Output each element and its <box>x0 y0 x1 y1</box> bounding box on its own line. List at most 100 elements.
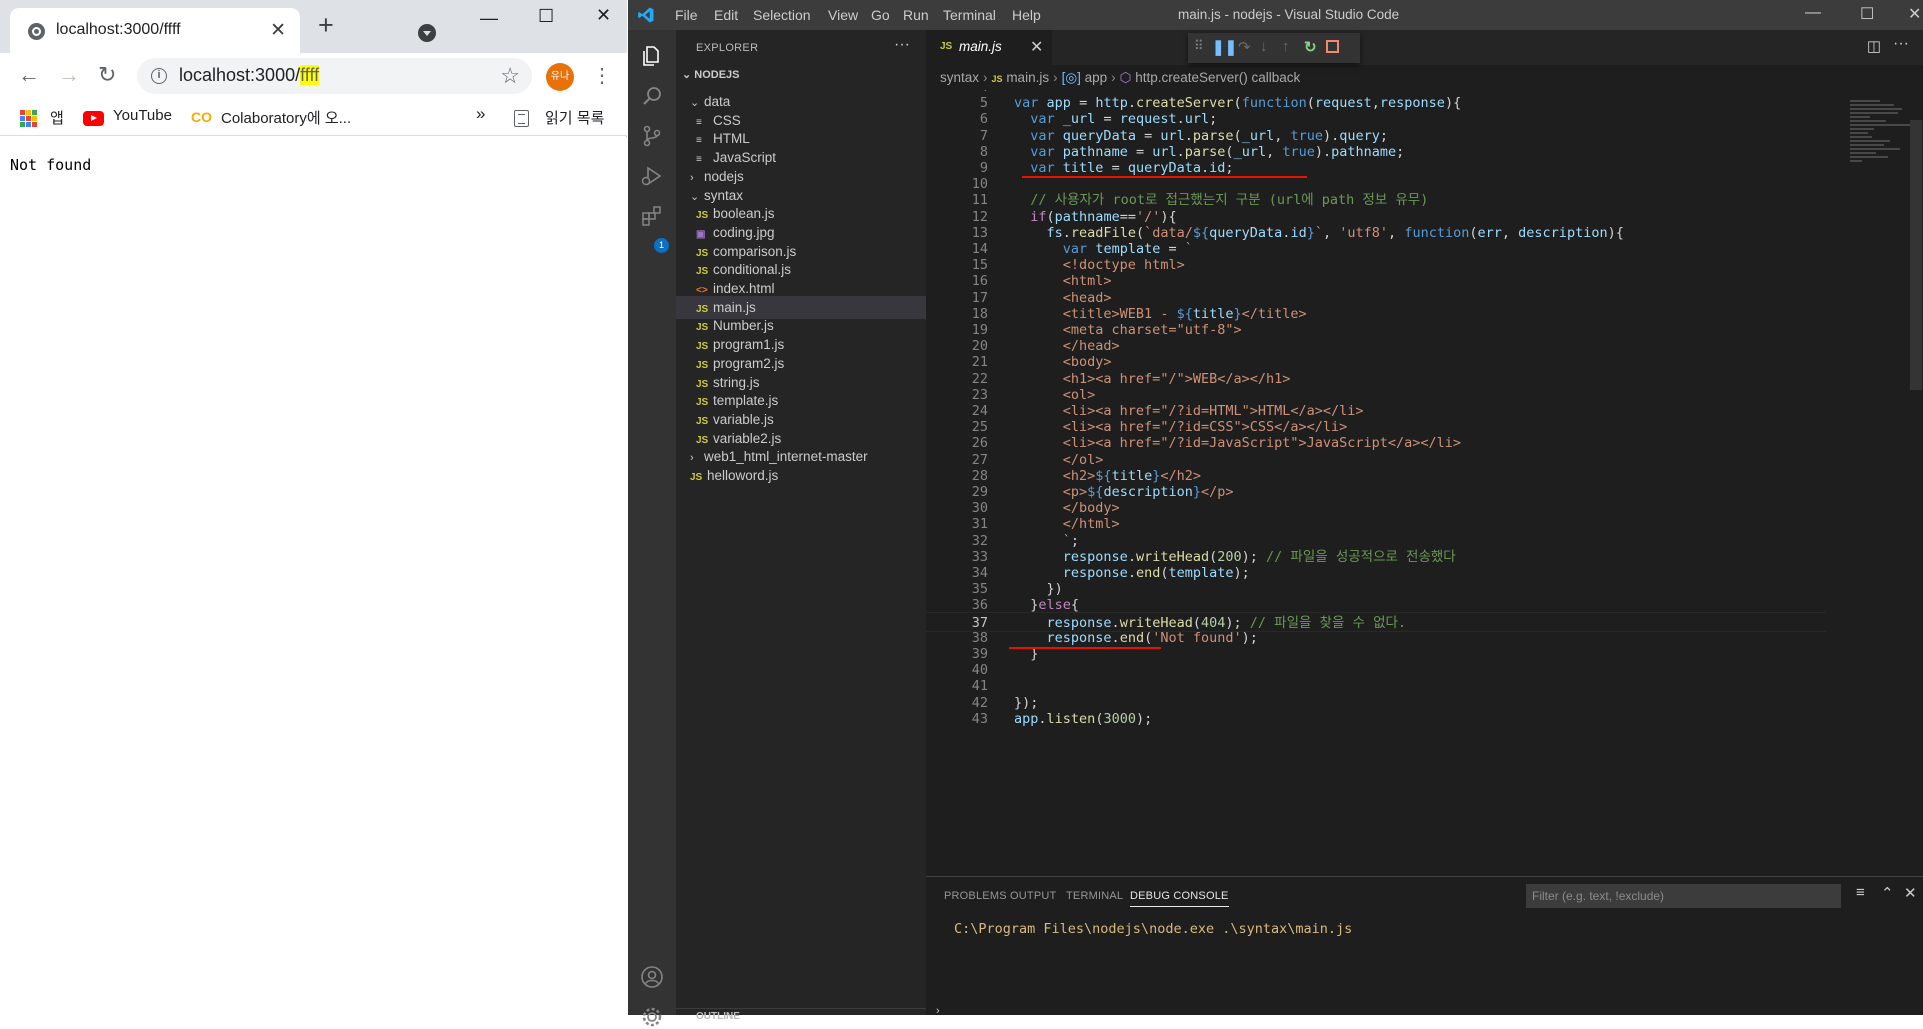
bookmark-youtube[interactable]: YouTube <box>113 107 172 124</box>
editor-more-icon[interactable]: ··· <box>1893 35 1909 53</box>
step-into-icon[interactable]: ↓ <box>1260 38 1268 55</box>
tree-item-label: HTML <box>713 131 750 147</box>
maximize-icon[interactable]: ☐ <box>538 6 554 27</box>
tree-item-label: Number.js <box>713 318 774 334</box>
restart-icon[interactable]: ↻ <box>1304 38 1317 56</box>
tab-debug-console[interactable]: DEBUG CONSOLE <box>1130 890 1229 907</box>
tree-item-label: variable.js <box>713 411 774 427</box>
reload-icon[interactable]: ↻ <box>98 62 116 88</box>
js-file-icon: JS <box>690 472 703 483</box>
close-icon[interactable]: ✕ <box>1030 37 1043 57</box>
window-title: main.js - nodejs - Visual Studio Code <box>1178 7 1400 22</box>
bookmark-colab[interactable]: Colaboratory에 오... <box>221 107 351 128</box>
profile-avatar[interactable]: 유나 <box>546 63 574 91</box>
menu-terminal[interactable]: Terminal <box>943 7 996 23</box>
menu-file[interactable]: File <box>675 7 698 23</box>
split-editor-icon[interactable]: ◫ <box>1867 37 1881 55</box>
minimize-icon[interactable]: — <box>480 8 498 29</box>
source-control-icon[interactable] <box>640 124 664 148</box>
breadcrumb-file[interactable]: main.js <box>1006 70 1049 85</box>
pause-icon[interactable]: ❚❚ <box>1212 38 1237 56</box>
new-tab-button[interactable]: + <box>318 10 334 41</box>
outline-section[interactable]: OUTLINE <box>676 1008 926 1022</box>
explorer-icon[interactable] <box>640 44 664 68</box>
menu-selection[interactable]: Selection <box>753 7 811 23</box>
annotation-underline-404 <box>1009 647 1161 649</box>
drag-handle-icon[interactable]: ⠿ <box>1194 38 1204 54</box>
tab-close-icon[interactable]: ✕ <box>270 19 286 42</box>
reading-list-button[interactable]: 읽기 목록 <box>545 107 604 128</box>
step-over-icon[interactable]: ↷ <box>1238 38 1251 56</box>
bottom-panel: PROBLEMS OUTPUT TERMINAL DEBUG CONSOLE F… <box>926 876 1923 1017</box>
tab-terminal[interactable]: TERMINAL <box>1066 890 1123 902</box>
js-file-icon: JS <box>940 41 953 52</box>
chevron-right-icon[interactable]: › <box>936 1005 940 1017</box>
bookmark-star-icon[interactable]: ☆ <box>500 63 520 89</box>
tree-item-label: syntax <box>704 187 744 203</box>
breadcrumb-folder[interactable]: syntax <box>940 70 979 85</box>
tree-item-label: data <box>704 94 731 109</box>
info-icon[interactable]: i <box>151 68 167 84</box>
account-icon[interactable] <box>640 965 664 989</box>
browser-tab[interactable]: localhost:3000/ffff ✕ <box>10 8 300 53</box>
console-output-line: C:\Program Files\nodejs\node.exe .\synta… <box>954 921 1353 937</box>
page-content: Not found <box>0 137 627 1015</box>
window-close-icon[interactable]: ✕ <box>1908 4 1921 24</box>
tree-item-label: JavaScript <box>713 150 777 166</box>
method-icon: ⬡ <box>1119 70 1132 85</box>
apps-grid-icon[interactable] <box>20 110 37 127</box>
colab-icon: CO <box>191 109 212 125</box>
maximize-icon[interactable]: ☐ <box>1860 4 1874 24</box>
back-icon[interactable]: ← <box>18 62 40 88</box>
bookmarks-bar: 앱 YouTube CO Colaboratory에 오... » 읽기 목록 <box>0 100 627 136</box>
tab-output[interactable]: OUTPUT <box>1010 890 1056 902</box>
search-icon[interactable] <box>640 84 664 108</box>
url-path-highlight: ffff <box>300 65 320 85</box>
editor-group: JS main.js ✕ ⠿ ❚❚ ↷ ↓ ↑ ↻ ◫ ··· syntax › J… <box>926 30 1923 876</box>
explorer-more-icon[interactable]: ··· <box>894 36 910 54</box>
forward-icon[interactable]: → <box>58 62 80 88</box>
tree-item[interactable]: JS helloword.js <box>676 464 926 487</box>
console-filter-input[interactable]: Filter (e.g. text, !exclude) <box>1526 884 1841 908</box>
explorer-header: EXPLORER <box>696 42 759 54</box>
editor-scrollbar[interactable] <box>1910 120 1922 390</box>
address-bar[interactable]: i localhost:3000/ffff ☆ <box>137 58 532 94</box>
explorer-sidebar: EXPLORER ··· ⌄ NODEJS ⌄ data ≡ CSS ≡ HTML ≡ Jav… <box>676 30 926 1022</box>
maximize-panel-icon[interactable]: ⌃ <box>1881 884 1894 902</box>
gear-icon[interactable] <box>640 1005 664 1029</box>
workspace-section[interactable]: ⌄ NODEJS <box>682 68 740 81</box>
menu-go[interactable]: Go <box>871 7 890 23</box>
browser-menu-icon[interactable]: ⋮ <box>592 63 612 88</box>
step-out-icon[interactable]: ↑ <box>1282 38 1290 55</box>
minimap[interactable] <box>1850 100 1916 190</box>
menu-help[interactable]: Help <box>1012 7 1041 23</box>
vscode-window: File Edit Selection View Go Run Terminal… <box>628 0 1923 1027</box>
extensions-icon[interactable] <box>640 204 664 228</box>
bookmark-apps[interactable]: 앱 <box>50 107 64 128</box>
menu-run[interactable]: Run <box>903 7 929 23</box>
tree-item-label: web1_html_internet-master <box>704 449 868 465</box>
url-text[interactable]: localhost:3000/ffff <box>179 65 320 86</box>
stop-icon[interactable] <box>1326 40 1339 53</box>
editor-tab-main-js[interactable]: JS main.js ✕ <box>926 30 1052 65</box>
clear-console-icon[interactable]: ≡ <box>1856 884 1865 901</box>
tree-item-label: conditional.js <box>713 262 792 278</box>
breadcrumb: syntax › JS main.js › [◎] app › ⬡ http.createS… <box>940 70 1301 85</box>
reading-list-icon[interactable] <box>514 110 529 127</box>
code-editor[interactable]: 45var app = http.createServer(function(r… <box>926 90 1826 876</box>
tab-search-icon[interactable] <box>418 24 436 42</box>
menu-edit[interactable]: Edit <box>714 7 738 23</box>
breadcrumb-callback[interactable]: http.createServer() callback <box>1135 70 1300 85</box>
bookmarks-more-button[interactable]: » <box>476 104 485 124</box>
page-body-text: Not found <box>10 156 92 174</box>
breadcrumb-symbol[interactable]: app <box>1085 70 1108 85</box>
close-panel-icon[interactable]: ✕ <box>1904 884 1917 902</box>
line-text: app.listen(3000); <box>1014 710 1153 727</box>
minimize-icon[interactable]: — <box>1805 4 1821 22</box>
tab-problems[interactable]: PROBLEMS <box>944 890 1007 902</box>
tree-item-label: index.html <box>713 281 775 296</box>
menu-view[interactable]: View <box>828 7 858 23</box>
code-line[interactable]: 43 app.listen(3000); <box>926 709 1826 729</box>
run-debug-icon[interactable] <box>640 164 664 188</box>
window-close-icon[interactable]: ✕ <box>596 5 611 26</box>
